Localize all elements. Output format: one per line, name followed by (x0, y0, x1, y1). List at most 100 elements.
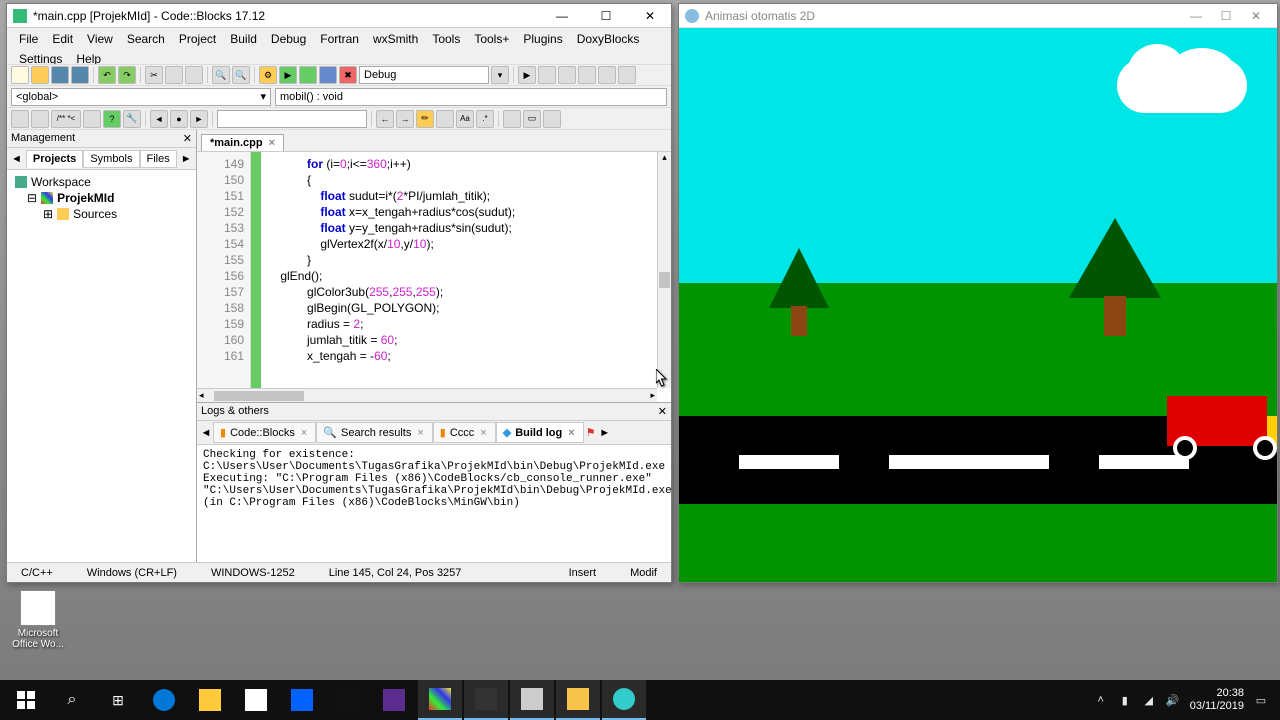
log-tab-buildlog[interactable]: ◆Build log× (496, 422, 584, 443)
menu-view[interactable]: View (81, 30, 119, 48)
taskbar-glut[interactable] (602, 680, 646, 720)
find-icon[interactable]: 🔍 (212, 66, 230, 84)
taskbar-console[interactable] (510, 680, 554, 720)
menu-plugins[interactable]: Plugins (517, 30, 568, 48)
abort-icon[interactable]: ✖ (339, 66, 357, 84)
doxy-view-icon[interactable] (83, 110, 101, 128)
log-tab-close-icon[interactable]: × (478, 427, 488, 439)
paste-icon[interactable] (185, 66, 203, 84)
tab-next-icon[interactable]: ► (177, 153, 196, 165)
new-file-icon[interactable] (11, 66, 29, 84)
desktop-icon-msoffice[interactable]: Microsoft Office Wo... (8, 590, 68, 650)
highlight-icon[interactable]: ✏ (416, 110, 434, 128)
step-out-icon[interactable] (598, 66, 616, 84)
tree-sources[interactable]: ⊞Sources (11, 206, 192, 222)
code-editor[interactable]: 149150151152153154155156157158159160161 … (197, 152, 671, 402)
tray-clock[interactable]: 20:38 03/11/2019 (1190, 687, 1244, 713)
menu-file[interactable]: File (13, 30, 44, 48)
log-tab-codeblocks[interactable]: ▮Code::Blocks× (213, 422, 316, 443)
select-tool-icon[interactable] (503, 110, 521, 128)
tab-symbols[interactable]: Symbols (83, 150, 139, 168)
menu-fortran[interactable]: Fortran (314, 30, 365, 48)
save-all-icon[interactable] (71, 66, 89, 84)
bookmark-icon[interactable]: ● (170, 110, 188, 128)
rect-tool-icon[interactable]: ▭ (523, 110, 541, 128)
taskbar-explorer[interactable] (188, 680, 232, 720)
log-tab-search[interactable]: 🔍Search results× (316, 422, 432, 443)
tree-workspace[interactable]: Workspace (11, 174, 192, 190)
logs-close-icon[interactable]: ✕ (658, 405, 667, 418)
tree-project[interactable]: ⊟ProjekMId (11, 190, 192, 206)
menu-edit[interactable]: Edit (46, 30, 79, 48)
run-icon[interactable]: ▶ (279, 66, 297, 84)
selection-icon[interactable] (436, 110, 454, 128)
task-view-button[interactable]: ⊞ (96, 680, 140, 720)
debug-target-dropdown-icon[interactable]: ▾ (491, 66, 509, 84)
replace-icon[interactable]: 🔍 (232, 66, 250, 84)
prev-icon[interactable]: ← (376, 110, 394, 128)
save-icon[interactable] (51, 66, 69, 84)
taskbar-store[interactable] (234, 680, 278, 720)
run-to-cursor-icon[interactable] (538, 66, 556, 84)
tray-volume-icon[interactable]: 🔊 (1166, 693, 1180, 707)
debug-start-icon[interactable]: ▶ (518, 66, 536, 84)
redo-icon[interactable]: ↷ (118, 66, 136, 84)
taskbar-app1[interactable] (326, 680, 370, 720)
menu-doxyblocks[interactable]: DoxyBlocks (571, 30, 646, 48)
next-line-icon[interactable] (558, 66, 576, 84)
menu-wxsmith[interactable]: wxSmith (367, 30, 424, 48)
tray-wifi-icon[interactable]: ◢ (1142, 693, 1156, 707)
undo-icon[interactable]: ↶ (98, 66, 116, 84)
horizontal-scrollbar[interactable]: ◂▸ (197, 388, 657, 402)
logs-tab-prev-icon[interactable]: ◄ (199, 427, 213, 439)
close-button[interactable]: ✕ (635, 7, 665, 25)
cut-icon[interactable]: ✂ (145, 66, 163, 84)
misc-tool-icon[interactable] (543, 110, 561, 128)
taskbar-app2[interactable] (372, 680, 416, 720)
open-file-icon[interactable] (31, 66, 49, 84)
log-tab-close-icon[interactable]: × (566, 427, 576, 439)
jump-back-icon[interactable]: ◄ (150, 110, 168, 128)
search-button[interactable]: ⌕ (50, 680, 94, 720)
scrollbar-thumb[interactable] (214, 391, 304, 401)
editor-tab-main[interactable]: *main.cpp × (201, 134, 284, 151)
rebuild-icon[interactable] (319, 66, 337, 84)
menu-project[interactable]: Project (173, 30, 222, 48)
doxyblocks-icon[interactable] (11, 110, 29, 128)
log-tab-cccc[interactable]: ▮Cccc× (433, 422, 496, 443)
codeblocks-titlebar[interactable]: *main.cpp [ProjekMId] - Code::Blocks 17.… (7, 4, 671, 28)
tool-icon[interactable]: 🔧 (123, 110, 141, 128)
next-instr-icon[interactable] (618, 66, 636, 84)
regex-icon[interactable]: .* (476, 110, 494, 128)
opengl-titlebar[interactable]: Animasi otomatis 2D — ☐ ✕ (679, 4, 1277, 28)
taskbar-dropbox[interactable] (280, 680, 324, 720)
vertical-scrollbar[interactable]: ▴ (657, 152, 671, 388)
scrollbar-thumb[interactable] (659, 272, 670, 288)
maximize-button[interactable]: ☐ (1211, 7, 1241, 25)
close-button[interactable]: ✕ (1241, 7, 1271, 25)
management-close-icon[interactable]: ✕ (183, 132, 192, 145)
jump-fwd-icon[interactable]: ► (190, 110, 208, 128)
doxy-help-icon[interactable]: ? (103, 110, 121, 128)
tray-battery-icon[interactable]: ▮ (1118, 693, 1132, 707)
logs-tab-next-icon[interactable]: ► (598, 427, 612, 439)
menu-tools[interactable]: Tools (426, 30, 466, 48)
menu-build[interactable]: Build (224, 30, 263, 48)
tab-prev-icon[interactable]: ◄ (7, 153, 26, 165)
tab-files[interactable]: Files (140, 150, 177, 168)
scope-global-combo[interactable]: <global>▾ (11, 88, 271, 106)
scope-function-combo[interactable]: mobil() : void (275, 88, 667, 106)
log-tab-close-icon[interactable]: × (415, 427, 425, 439)
taskbar-codeblocks[interactable] (418, 680, 462, 720)
minimize-button[interactable]: — (547, 7, 577, 25)
logs-content[interactable]: Checking for existence: C:\Users\User\Do… (197, 445, 671, 562)
build-icon[interactable]: ⚙ (259, 66, 277, 84)
taskbar-app3[interactable] (556, 680, 600, 720)
menu-search[interactable]: Search (121, 30, 171, 48)
menu-debug[interactable]: Debug (265, 30, 312, 48)
search-combo[interactable] (217, 110, 367, 128)
tray-notifications-icon[interactable]: ▭ (1254, 693, 1268, 707)
tab-projects[interactable]: Projects (26, 150, 83, 168)
editor-tab-close-icon[interactable]: × (269, 137, 275, 149)
taskbar-edge[interactable] (142, 680, 186, 720)
